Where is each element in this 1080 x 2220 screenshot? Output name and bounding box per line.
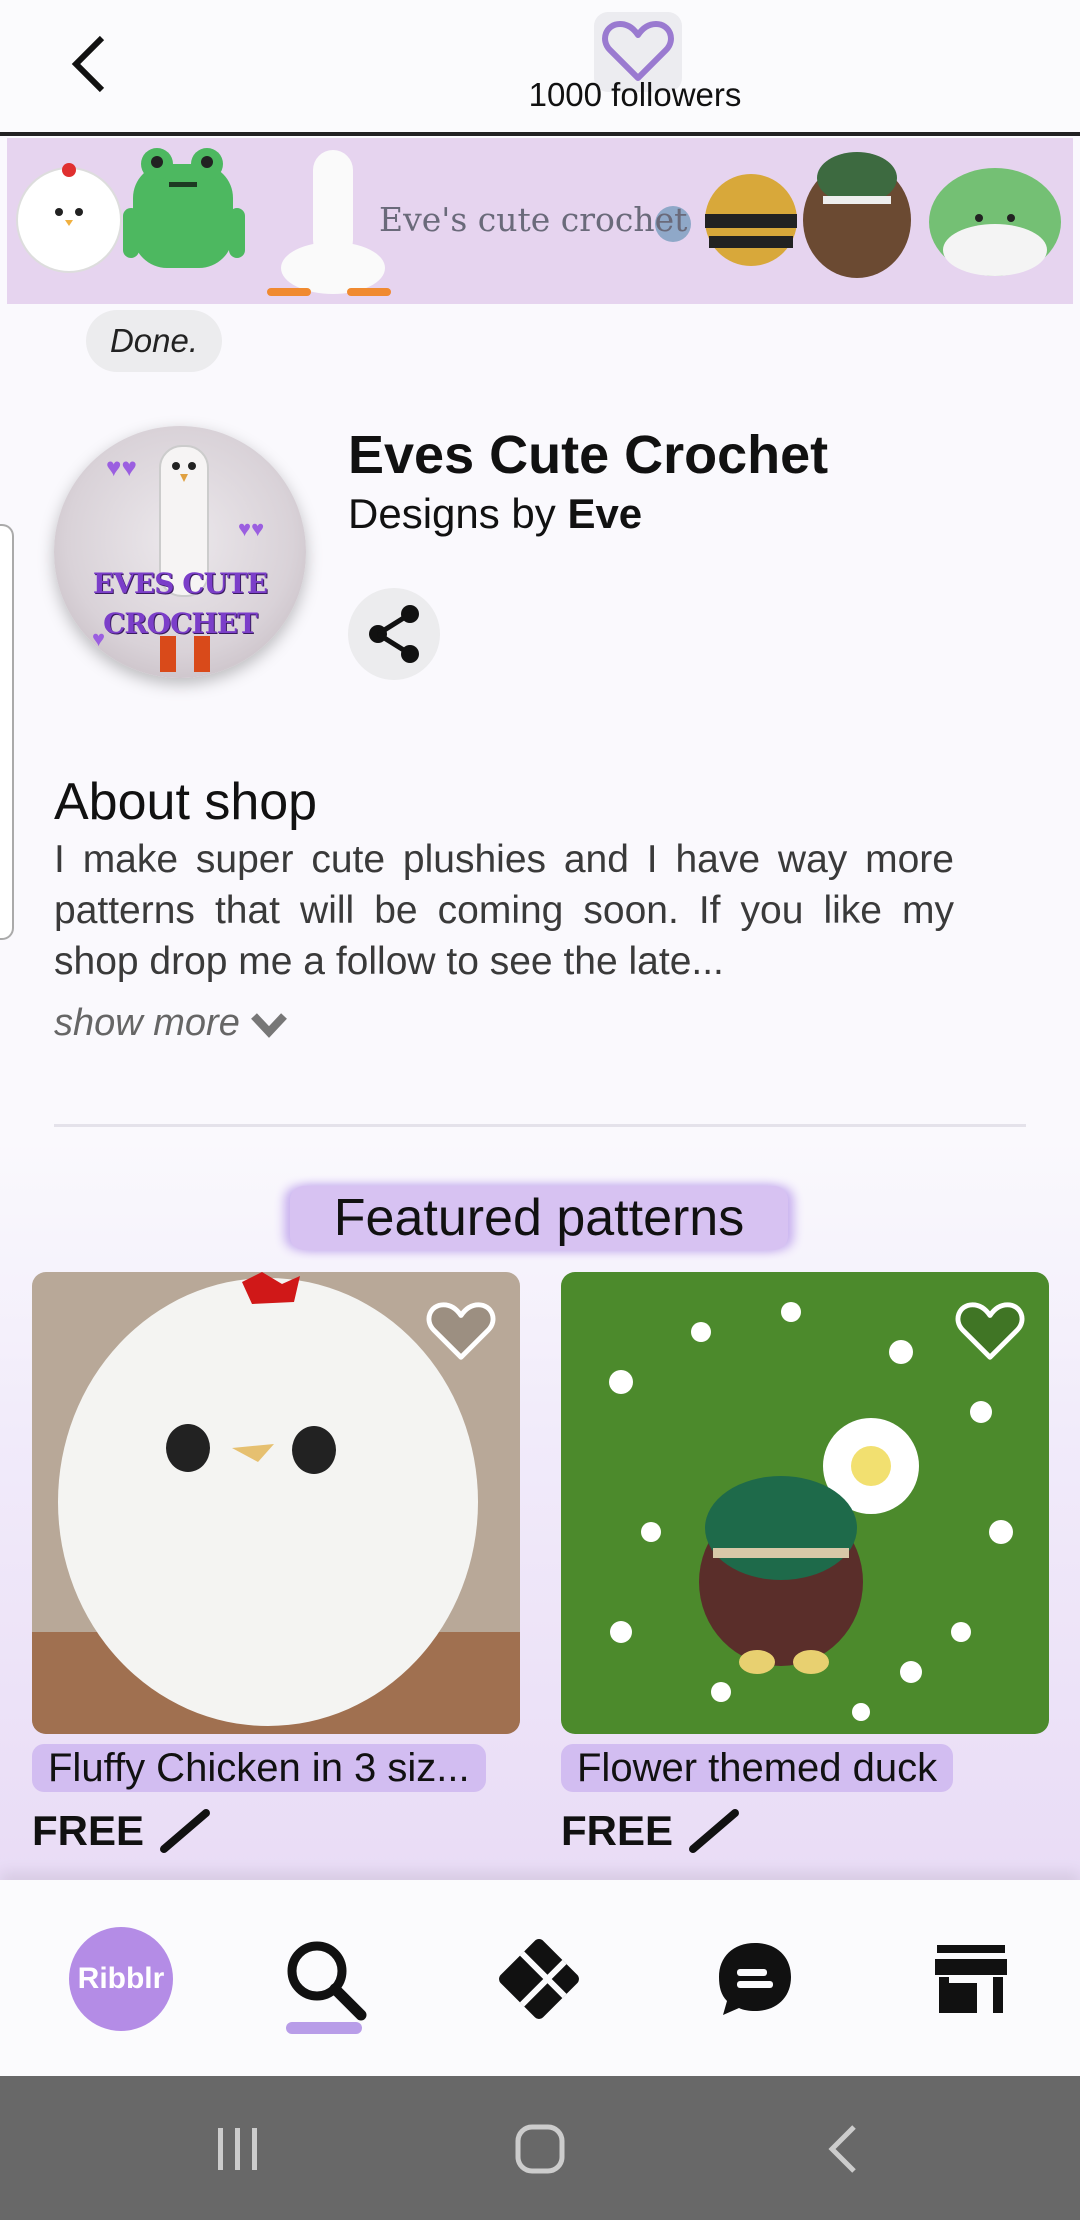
- active-tab-indicator: [286, 2022, 362, 2034]
- crochet-hook-icon: [689, 1809, 740, 1853]
- chevron-left-icon: [71, 35, 105, 93]
- featured-title: Featured patterns: [290, 1186, 788, 1250]
- nav-chat[interactable]: [700, 1924, 810, 2034]
- designer-line: Designs by Eve: [348, 490, 642, 538]
- recent-apps-button[interactable]: [198, 2114, 278, 2184]
- pattern-price: FREE: [561, 1807, 1049, 1855]
- designer-name[interactable]: Eve: [567, 490, 642, 537]
- svg-text:♥♥: ♥♥: [238, 516, 264, 541]
- nav-search[interactable]: [270, 1924, 380, 2034]
- pattern-title[interactable]: Fluffy Chicken in 3 siz...: [32, 1744, 486, 1792]
- heart-outline-icon[interactable]: [426, 1300, 496, 1364]
- pattern-price: FREE: [32, 1807, 520, 1855]
- nav-store[interactable]: [916, 1924, 1026, 2034]
- top-bar: 1000 followers: [0, 0, 1080, 136]
- shop-avatar: ♥♥ ♥♥ ♥ EVES CUTE CROCHET: [54, 426, 306, 678]
- nav-patterns[interactable]: [484, 1924, 594, 2034]
- designer-prefix: Designs by: [348, 490, 556, 537]
- nav-home[interactable]: Ribblr: [66, 1924, 176, 2034]
- system-nav-bar: [0, 2076, 1080, 2220]
- show-more-button[interactable]: show more: [54, 1002, 288, 1045]
- chevron-down-icon: [250, 1012, 287, 1038]
- show-more-label: show more: [54, 1002, 240, 1044]
- system-back-button[interactable]: [802, 2114, 882, 2184]
- ribblr-logo: Ribblr: [69, 1927, 173, 2031]
- patterns-icon: [499, 1939, 579, 2019]
- back-button[interactable]: [60, 32, 116, 96]
- avatar-text: EVES CUTE CROCHET: [92, 567, 268, 640]
- divider: [54, 1124, 1026, 1127]
- chat-icon: [719, 1943, 791, 2015]
- home-icon: [515, 2124, 565, 2174]
- svg-text:♥♥: ♥♥: [106, 452, 137, 482]
- share-icon: [369, 605, 419, 663]
- banner-title: Eve's cute crochet: [379, 200, 688, 239]
- bottom-nav: Ribblr: [0, 1880, 1080, 2076]
- search-icon: [287, 1941, 367, 2021]
- home-button[interactable]: [500, 2114, 580, 2184]
- shop-banner: Eve's cute crochet: [7, 138, 1073, 304]
- heart-outline-icon[interactable]: [955, 1300, 1025, 1364]
- followers-count: 1000 followers: [528, 76, 742, 113]
- heart-outline-icon: [602, 21, 674, 81]
- recent-apps-icon: [218, 2128, 257, 2170]
- about-text: I make super cute plushies and I have wa…: [54, 838, 954, 983]
- status-chip[interactable]: Done.: [86, 310, 222, 372]
- side-drawer-handle[interactable]: [0, 524, 14, 940]
- price-label: FREE: [561, 1807, 674, 1854]
- store-icon: [935, 1945, 1007, 2013]
- share-button[interactable]: [348, 588, 440, 680]
- pattern-card[interactable]: Flower themed duck FREE: [561, 1272, 1049, 1855]
- shop-name: Eves Cute Crochet: [348, 425, 829, 485]
- about-title: About shop: [54, 773, 318, 831]
- back-arrow-icon: [828, 2125, 856, 2173]
- pattern-card[interactable]: Fluffy Chicken in 3 siz... FREE: [32, 1272, 520, 1855]
- pattern-title[interactable]: Flower themed duck: [561, 1744, 954, 1792]
- pattern-image[interactable]: [561, 1272, 1049, 1734]
- crochet-hook-icon: [160, 1809, 211, 1853]
- price-label: FREE: [32, 1807, 145, 1854]
- pattern-image[interactable]: [32, 1272, 520, 1734]
